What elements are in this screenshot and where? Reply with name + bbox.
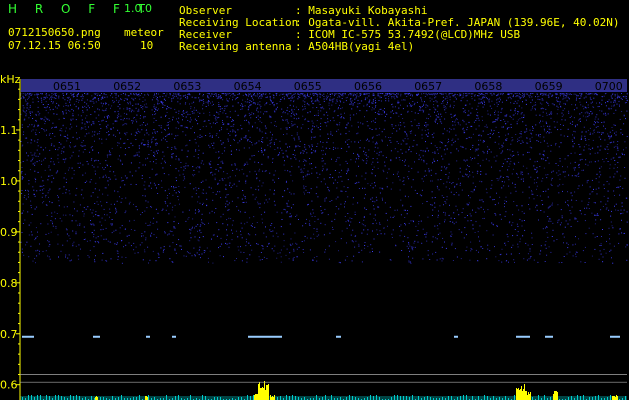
- y-tick-label: 0.9: [0, 226, 18, 239]
- spectrogram-noise: [20, 93, 628, 264]
- y-tick-label: 1.1: [0, 124, 18, 137]
- spectrogram: 1.1 1.0 0.9 0.8 0.7 0.6 0651 0652 0653 0654 0655 06…: [0, 79, 628, 400]
- x-tick-label: 0700: [595, 80, 623, 93]
- y-tick-label: 0.7: [0, 328, 18, 341]
- x-tick-label: 0659: [535, 80, 563, 93]
- meteor-traces: [22, 335, 620, 338]
- x-tick-label: 0656: [354, 80, 382, 93]
- x-tick-label: 0651: [53, 80, 81, 93]
- meteor-histogram: [20, 381, 627, 400]
- x-tick-label: 0652: [113, 80, 141, 93]
- x-tick-label: 0653: [173, 80, 201, 93]
- y-tick-label: 0.8: [0, 277, 18, 290]
- x-tick-label: 0655: [294, 80, 322, 93]
- x-tick-label: 0654: [234, 80, 262, 93]
- x-tick-label: 0658: [474, 80, 502, 93]
- y-tick-label: 1.0: [0, 175, 18, 188]
- y-axis-label: kHz: [0, 73, 21, 86]
- y-tick-label: 0.6: [0, 379, 18, 392]
- x-tick-label: 0657: [414, 80, 442, 93]
